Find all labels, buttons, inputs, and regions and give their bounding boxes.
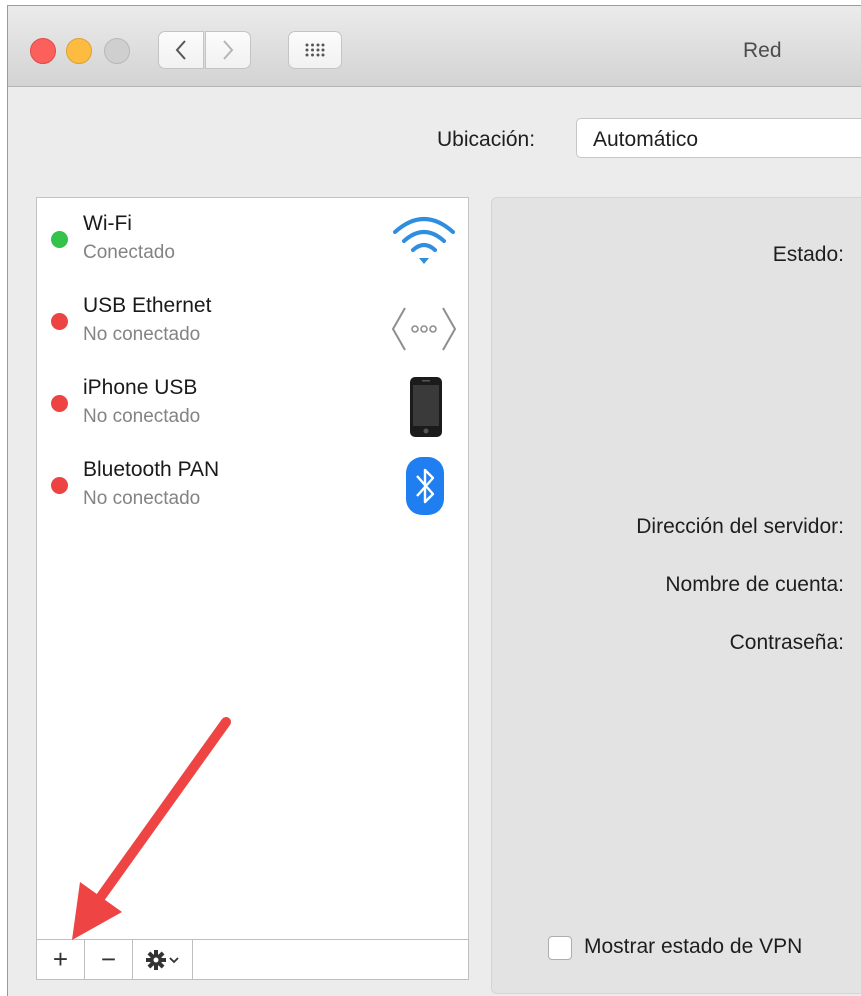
annotation-arrow <box>72 717 231 940</box>
